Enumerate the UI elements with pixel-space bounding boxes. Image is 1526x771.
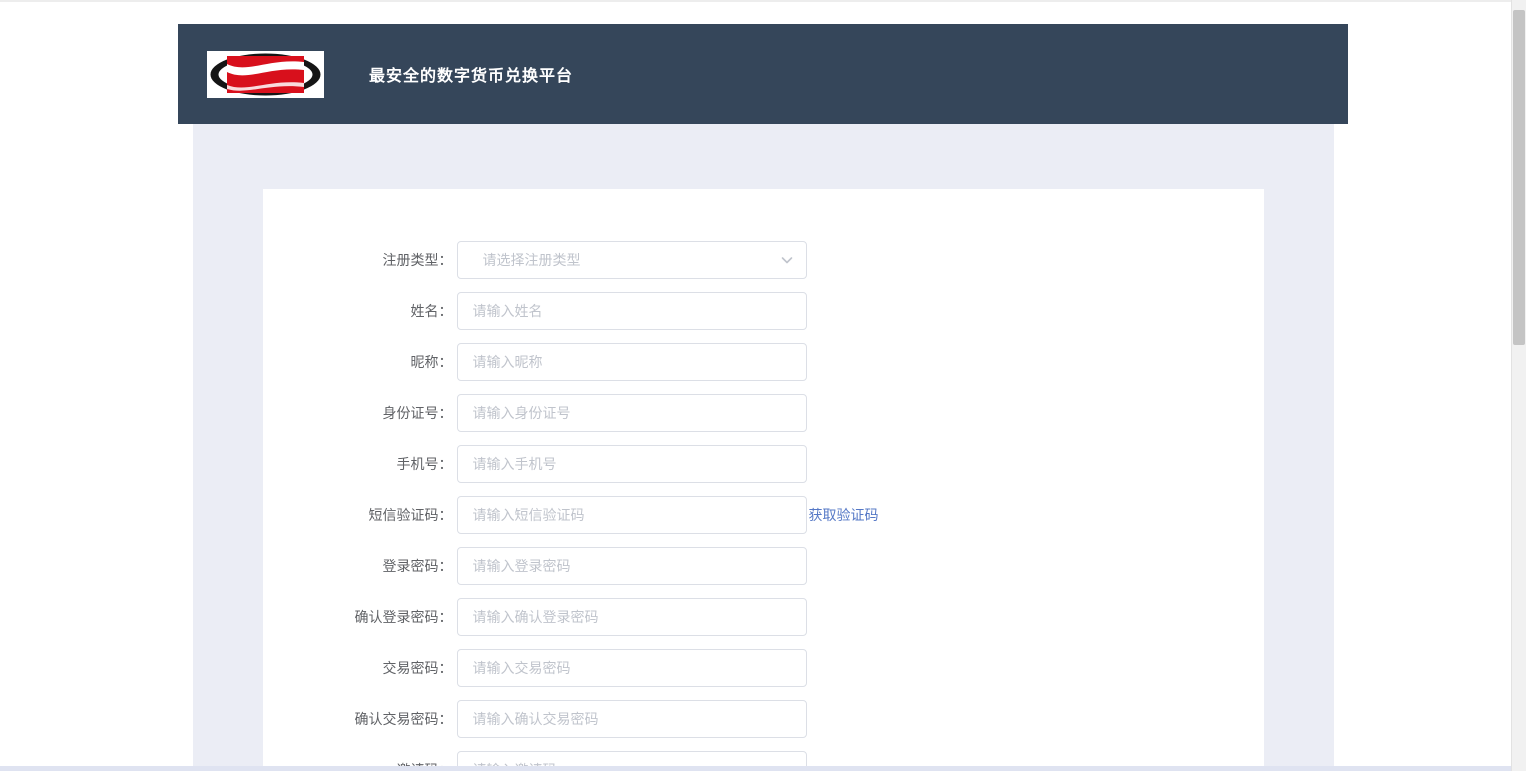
form-row-confirm-trade-password: 确认交易密码： — [263, 700, 1264, 738]
trade-password-label: 交易密码： — [382, 660, 453, 676]
name-input[interactable] — [456, 292, 807, 330]
phone-input[interactable] — [456, 445, 807, 483]
confirm-login-password-label: 确认登录密码： — [354, 609, 453, 625]
header-wrap: 最安全的数字货币兑换平台 — [178, 0, 1348, 124]
bottom-edge-strip — [0, 766, 1511, 771]
brand-logo[interactable] — [207, 50, 324, 98]
form-row-phone: 手机号： — [263, 445, 1264, 483]
site-slogan: 最安全的数字货币兑换平台 — [369, 68, 574, 85]
form-row-register-type: 注册类型： 请选择注册类型 — [263, 241, 1264, 279]
confirm-trade-password-input[interactable] — [456, 700, 807, 738]
confirm-login-password-input[interactable] — [456, 598, 807, 636]
trade-password-input[interactable] — [456, 649, 807, 687]
hs-logo-icon — [207, 50, 324, 98]
form-row-nickname: 昵称： — [263, 343, 1264, 381]
form-row-trade-password: 交易密码： — [263, 649, 1264, 687]
vertical-scrollbar[interactable] — [1511, 0, 1526, 771]
chevron-down-icon — [781, 257, 792, 264]
register-form-card: 注册类型： 请选择注册类型 姓名： 昵称： 身份证号： 手机号： 短信验 — [262, 189, 1264, 771]
id-number-label: 身份证号： — [382, 405, 453, 421]
confirm-trade-password-label: 确认交易密码： — [354, 711, 453, 727]
register-type-select[interactable]: 请选择注册类型 — [456, 241, 807, 279]
form-row-id-number: 身份证号： — [263, 394, 1264, 432]
name-label: 姓名： — [410, 303, 453, 319]
nickname-label: 昵称： — [410, 354, 453, 370]
header-bar: 最安全的数字货币兑换平台 — [178, 24, 1348, 124]
content-panel: 注册类型： 请选择注册类型 姓名： 昵称： 身份证号： 手机号： 短信验 — [192, 124, 1334, 771]
scrollbar-thumb[interactable] — [1513, 10, 1525, 345]
get-sms-code-link[interactable]: 获取验证码 — [809, 505, 879, 525]
form-row-sms-code: 短信验证码： 获取验证码 — [263, 496, 1264, 534]
phone-label: 手机号： — [396, 456, 453, 472]
nickname-input[interactable] — [456, 343, 807, 381]
login-password-input[interactable] — [456, 547, 807, 585]
form-row-login-password: 登录密码： — [263, 547, 1264, 585]
sms-code-input[interactable] — [456, 496, 807, 534]
login-password-label: 登录密码： — [382, 558, 453, 574]
register-type-label: 注册类型： — [382, 252, 453, 268]
sms-code-label: 短信验证码： — [368, 507, 453, 523]
form-row-confirm-login-password: 确认登录密码： — [263, 598, 1264, 636]
id-number-input[interactable] — [456, 394, 807, 432]
form-row-name: 姓名： — [263, 292, 1264, 330]
register-type-placeholder: 请选择注册类型 — [482, 252, 581, 268]
top-border-line — [0, 0, 1526, 2]
